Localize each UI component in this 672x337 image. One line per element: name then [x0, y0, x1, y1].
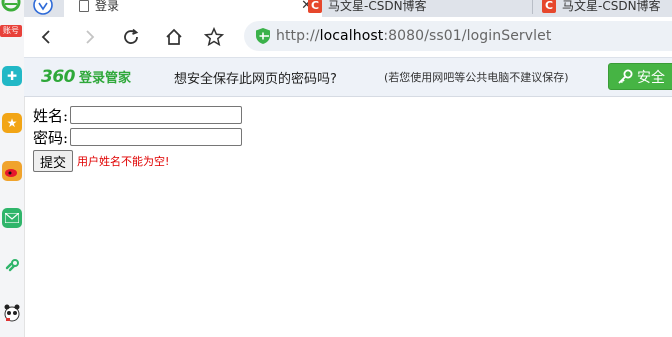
csdn-icon: C: [542, 0, 556, 13]
forward-icon[interactable]: [74, 22, 104, 52]
home-icon[interactable]: [159, 22, 189, 52]
url-text: http://localhost:8080/ss01/loginServlet: [276, 28, 552, 44]
tab-title: 马文星-CSDN博客: [328, 0, 427, 13]
link-icon[interactable]: [2, 256, 22, 276]
tab-csdn-2[interactable]: C 马文星-CSDN博客: [542, 0, 672, 17]
tab-login[interactable]: 登录 ✕: [64, 0, 322, 17]
360-browser-icon[interactable]: [1, 0, 21, 12]
tab-strip: 登录 ✕ C 马文星-CSDN博客 C 马文星-CSDN博客: [24, 0, 672, 17]
page-icon: [79, 0, 89, 12]
account-badge[interactable]: 账号: [0, 25, 22, 37]
tab-csdn-1[interactable]: C 马文星-CSDN博客: [308, 0, 538, 17]
mail-icon[interactable]: [2, 208, 22, 228]
address-bar[interactable]: http://localhost:8080/ss01/loginServlet: [244, 21, 672, 51]
name-label: 姓名:: [33, 106, 69, 125]
navigation-bar: http://localhost:8080/ss01/loginServlet: [24, 17, 672, 57]
tab-title: 登录: [95, 0, 120, 13]
password-input[interactable]: [70, 128, 243, 146]
weibo-icon[interactable]: [2, 161, 22, 181]
key-icon: [617, 69, 633, 85]
save-password-question: 想安全保存此网页的密码吗?: [174, 72, 337, 87]
secure-save-button[interactable]: 安全: [608, 63, 672, 90]
favorites-star-icon[interactable]: ★: [2, 113, 22, 133]
app-icon[interactable]: ✚: [2, 66, 22, 86]
refresh-icon[interactable]: [116, 22, 146, 52]
login-form: 姓名: 密码: 提交 用户姓名不能为空!: [33, 104, 243, 172]
submit-row: 提交 用户姓名不能为空!: [33, 150, 242, 172]
bookmark-star-icon[interactable]: [199, 22, 229, 52]
password-row: 密码:: [33, 126, 243, 148]
name-input[interactable]: [70, 106, 243, 124]
password-save-infobar: 360 登录管家 想安全保存此网页的密码吗? (若您使用网吧等公共电脑不建议保存…: [24, 57, 672, 97]
panda-icon[interactable]: [2, 303, 22, 323]
csdn-icon: C: [308, 0, 322, 13]
tab-divider: [532, 0, 533, 14]
error-message: 用户姓名不能为空!: [77, 155, 170, 168]
left-sidebar: 账号 ✚ ★: [0, 0, 25, 337]
secure-save-label: 安全: [637, 69, 665, 86]
tab-title: 马文星-CSDN博客: [562, 0, 661, 13]
submit-button[interactable]: 提交: [33, 150, 74, 172]
password-label: 密码:: [33, 128, 69, 147]
public-computer-note: (若您使用网吧等公共电脑不建议保存): [384, 71, 569, 84]
back-icon[interactable]: [32, 22, 62, 52]
brand-name: 登录管家: [79, 71, 132, 86]
browser-menu-icon[interactable]: [32, 0, 54, 16]
name-row: 姓名:: [33, 104, 243, 126]
brand-number: 360: [41, 67, 76, 87]
security-shield-icon[interactable]: [256, 28, 270, 44]
brand-logo: 360 登录管家: [41, 67, 131, 87]
